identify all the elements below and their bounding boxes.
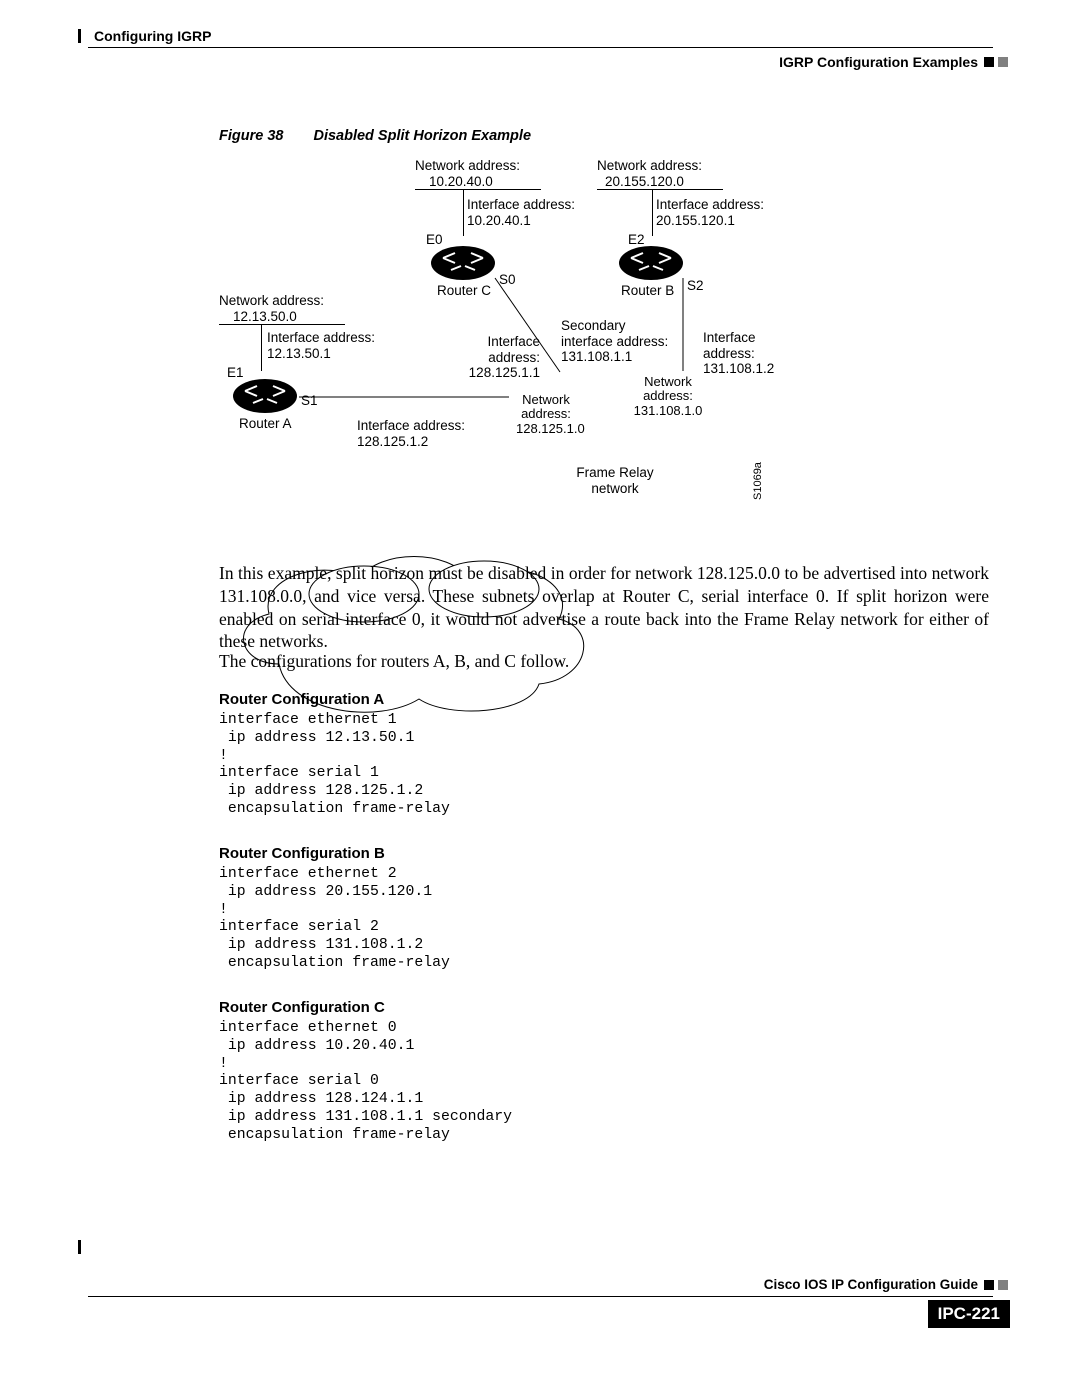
footer-square-icon — [984, 1280, 994, 1290]
page-number: IPC-221 — [928, 1300, 1010, 1328]
label-secondary-if: Secondary interface address: 131.108.1.1 — [561, 318, 668, 365]
label-cloud-net1: Network address: 128.125.1.0 — [516, 393, 576, 436]
label-router-c: Router C — [437, 283, 491, 299]
label-frame-relay: Frame Relay network — [565, 465, 665, 496]
header-chapter: Configuring IGRP — [94, 28, 211, 44]
label-net-b: Network address: 20.155.120.0 — [597, 158, 702, 189]
label-if-c: Interface address: 10.20.40.1 — [467, 197, 575, 228]
code-block: interface ethernet 2 ip address 20.155.1… — [219, 866, 450, 973]
footer-guide-title: Cisco IOS IP Configuration Guide — [764, 1277, 978, 1292]
footer-rule — [88, 1296, 993, 1297]
label-cloud-net2: Network address: 131.108.1.0 — [632, 375, 704, 418]
footer-left-marker — [78, 1240, 81, 1254]
label-s1: S1 — [301, 393, 318, 409]
label-if-s2: Interface address: 131.108.1.2 — [703, 330, 799, 377]
label-if-a: Interface address: 12.13.50.1 — [267, 330, 375, 361]
figure-id: S1069a — [752, 462, 765, 500]
header-square-icon — [998, 57, 1008, 67]
section-heading: Router Configuration B — [219, 845, 385, 862]
code-block: interface ethernet 0 ip address 10.20.40… — [219, 1020, 512, 1144]
label-if-s1: Interface address: 128.125.1.2 — [357, 418, 465, 449]
label-net-c: Network address: 10.20.40.0 — [415, 158, 520, 189]
code-block: interface ethernet 1 ip address 12.13.50… — [219, 712, 450, 819]
figure-title: Disabled Split Horizon Example — [313, 128, 531, 144]
paragraph: The configurations for routers A, B, and… — [219, 650, 989, 673]
footer-square-icon — [998, 1280, 1008, 1290]
label-router-b: Router B — [621, 283, 674, 299]
figure-diagram: Network address: 10.20.40.0 Network addr… — [219, 150, 799, 540]
router-icon — [233, 379, 297, 413]
line — [463, 190, 464, 236]
line — [652, 190, 653, 236]
header-rule — [88, 47, 993, 48]
section-heading: Router Configuration A — [219, 691, 384, 708]
label-net-a: Network address: 12.13.50.0 — [219, 293, 324, 324]
label-s2: S2 — [687, 278, 704, 294]
label-if-b: Interface address: 20.155.120.1 — [656, 197, 764, 228]
header-left-marker — [78, 29, 81, 43]
router-icon — [431, 246, 495, 280]
header-section: IGRP Configuration Examples — [779, 54, 978, 70]
section-heading: Router Configuration C — [219, 999, 385, 1016]
label-s0: S0 — [499, 272, 516, 288]
line — [261, 325, 262, 371]
label-router-a: Router A — [239, 416, 292, 432]
paragraph: In this example, split horizon must be d… — [219, 562, 989, 653]
figure-number: Figure 38 — [219, 128, 283, 144]
router-icon — [619, 246, 683, 280]
figure-caption: Figure 38 Disabled Split Horizon Example — [219, 128, 531, 144]
label-if-s0: Interface address: 128.125.1.1 — [435, 334, 540, 381]
header-square-icon — [984, 57, 994, 67]
